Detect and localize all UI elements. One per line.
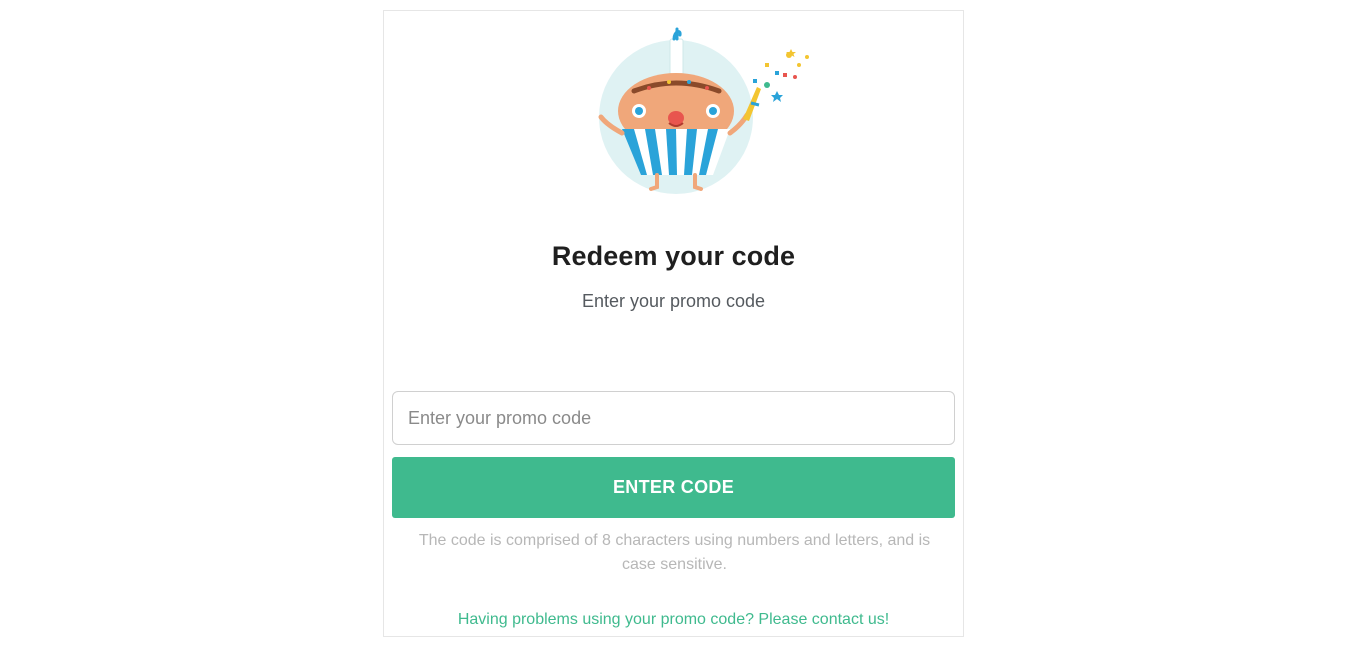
cupcake-mascot-illustration bbox=[598, 27, 809, 194]
candle-flame-icon bbox=[672, 27, 682, 41]
promo-code-help-text: The code is comprised of 8 characters us… bbox=[418, 532, 931, 573]
redeem-card: Redeem your code Enter your promo code E… bbox=[383, 10, 964, 637]
page-title: Redeem your code bbox=[551, 241, 796, 271]
contact-us-link[interactable]: Having problems using your promo code? P… bbox=[384, 611, 963, 629]
candle-icon bbox=[669, 38, 684, 76]
confetti-icon bbox=[765, 63, 769, 67]
page-subtitle: Enter your promo code bbox=[581, 291, 766, 311]
promo-code-input[interactable] bbox=[392, 391, 955, 445]
enter-code-button[interactable]: ENTER CODE bbox=[392, 457, 955, 518]
